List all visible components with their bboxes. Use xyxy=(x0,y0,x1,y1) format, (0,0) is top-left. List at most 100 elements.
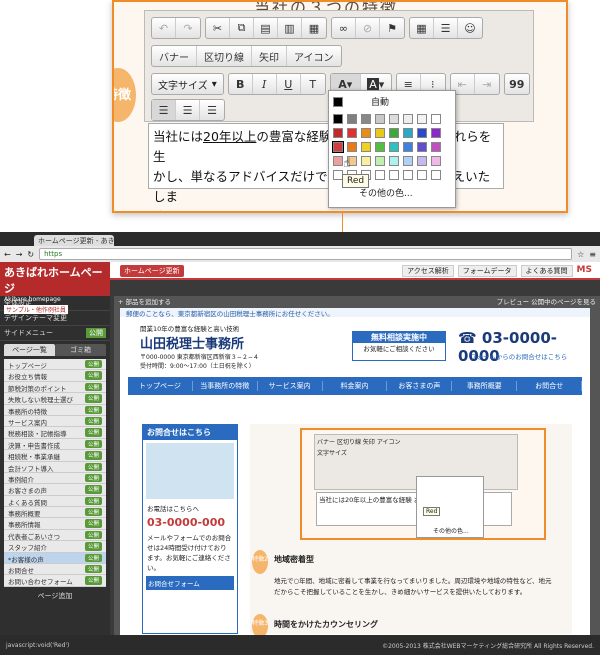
smiley-icon[interactable]: ☺ xyxy=(458,18,482,38)
sidebar-item[interactable]: 事例紹介 公開 xyxy=(4,473,106,485)
access-analysis-link[interactable]: アクセス解析 xyxy=(402,265,454,277)
color-swatch[interactable] xyxy=(375,114,385,124)
url-field[interactable]: https xyxy=(39,248,573,260)
nav-item[interactable]: お問合せ xyxy=(517,381,583,391)
arrow-button[interactable]: 矢印 xyxy=(252,46,287,66)
browser-tab[interactable]: ホームページ更新 - あきば... xyxy=(34,235,114,246)
color-swatch[interactable] xyxy=(347,128,357,138)
color-swatch[interactable] xyxy=(375,142,385,152)
color-swatch[interactable] xyxy=(403,114,413,124)
star-icon[interactable]: ☆ xyxy=(577,250,584,259)
align-center-icon[interactable]: ☰ xyxy=(176,100,200,120)
sidebar-item[interactable]: *お客様の声 公開 xyxy=(4,552,106,565)
color-swatch[interactable] xyxy=(389,142,399,152)
color-swatch[interactable] xyxy=(361,156,371,166)
sidebar-item[interactable]: 事務所概要 公開 xyxy=(4,507,106,519)
cut-icon[interactable]: ✂ xyxy=(206,18,230,38)
contact-form-button[interactable]: お問合せフォーム xyxy=(146,576,234,590)
back-icon[interactable]: ← xyxy=(4,250,11,259)
color-swatch[interactable] xyxy=(389,170,399,180)
free-consult-box[interactable]: 無料相談実施中 お気軽にご相談ください xyxy=(352,331,446,361)
top-pill[interactable]: ホームページ更新 xyxy=(120,265,184,277)
color-swatch[interactable] xyxy=(375,128,385,138)
color-swatch[interactable] xyxy=(332,141,344,153)
menu-icon[interactable]: ≡ xyxy=(589,250,596,259)
underline-button[interactable]: U xyxy=(277,74,301,94)
color-swatch[interactable] xyxy=(403,128,413,138)
color-swatch[interactable] xyxy=(333,128,343,138)
side-menu[interactable]: サイドメニュー 公開 xyxy=(0,326,110,341)
forward-icon[interactable]: → xyxy=(16,250,23,259)
tab-trash[interactable]: ゴミ箱 xyxy=(55,344,106,356)
sidebar-item[interactable]: 相続税・事業承継 公開 xyxy=(4,450,106,462)
undo-icon[interactable]: ↶ xyxy=(152,18,176,38)
form-data-link[interactable]: フォームデータ xyxy=(457,265,517,277)
sidebar-item[interactable]: 会計ソフト導入 公開 xyxy=(4,462,106,473)
color-swatch[interactable] xyxy=(375,156,385,166)
color-swatch[interactable] xyxy=(431,170,441,180)
sidebar-item[interactable]: 事務所情報 公開 xyxy=(4,518,106,530)
sidebar-item[interactable]: 失敗しない税理士選び 公開 xyxy=(4,393,106,405)
paste-text-icon[interactable]: ▥ xyxy=(278,18,302,38)
banner-button[interactable]: バナー xyxy=(152,46,197,66)
color-swatch[interactable] xyxy=(403,156,413,166)
auto-color-option[interactable]: 自動 xyxy=(333,95,451,108)
color-swatch[interactable] xyxy=(347,142,357,152)
nav-item[interactable]: サービス案内 xyxy=(258,381,323,391)
color-swatch[interactable] xyxy=(361,142,371,152)
color-swatch[interactable] xyxy=(389,128,399,138)
align-right-icon[interactable]: ☰ xyxy=(200,100,224,120)
sidebar-item[interactable]: お客さまの声 公開 xyxy=(4,484,106,496)
unlink-icon[interactable]: ⊘ xyxy=(356,18,380,38)
sidebar-item[interactable]: サービス案内 公開 xyxy=(4,416,106,428)
sidebar-item[interactable]: スタッフ紹介 公開 xyxy=(4,541,106,553)
bold-button[interactable]: B xyxy=(229,74,253,94)
color-swatch[interactable] xyxy=(361,114,371,124)
color-swatch[interactable] xyxy=(347,114,357,124)
color-swatch[interactable] xyxy=(431,128,441,138)
form-link[interactable]: フォームからのお問合せはこちら xyxy=(470,351,567,361)
color-swatch[interactable] xyxy=(333,156,343,166)
align-left-icon[interactable]: ☰ xyxy=(152,100,176,120)
blockquote-button[interactable]: 99 xyxy=(505,74,529,94)
nav-item[interactable]: お客さまの声 xyxy=(387,381,453,391)
divider-button[interactable]: 区切り線 xyxy=(197,46,252,66)
color-swatch[interactable] xyxy=(431,114,441,124)
sidebar-item[interactable]: トップページ 公開 xyxy=(4,359,106,371)
sidebar-item[interactable]: よくある質問 公開 xyxy=(4,496,106,508)
preview-button[interactable]: プレビュー 公開中のページを見る xyxy=(497,296,596,306)
color-swatch[interactable] xyxy=(417,114,427,124)
paste-word-icon[interactable]: ▦ xyxy=(302,18,326,38)
anchor-flag-icon[interactable]: ⚑ xyxy=(380,18,404,38)
sidebar-item[interactable]: 節税対策のポイント 公開 xyxy=(4,382,106,394)
nav-item[interactable]: トップページ xyxy=(128,381,193,391)
nav-item[interactable]: 事務所概要 xyxy=(452,381,518,391)
horizontal-rule-icon[interactable]: ☰ xyxy=(434,18,458,38)
add-part-button[interactable]: + 部品を追加する xyxy=(118,296,171,306)
faq-link[interactable]: よくある質問 xyxy=(520,265,573,277)
color-swatch[interactable] xyxy=(431,156,441,166)
sidebar-item[interactable]: お役立ち情報 公開 xyxy=(4,370,106,382)
color-swatch[interactable] xyxy=(333,114,343,124)
table-icon[interactable]: ▦ xyxy=(410,18,434,38)
remove-format-button[interactable]: T xyxy=(301,74,325,94)
color-swatch[interactable] xyxy=(403,170,413,180)
color-swatch[interactable] xyxy=(403,142,413,152)
redo-icon[interactable]: ↷ xyxy=(176,18,200,38)
font-size-select[interactable]: 文字サイズ ▾ xyxy=(151,73,224,95)
italic-button[interactable]: I xyxy=(253,74,277,94)
sidebar-item[interactable]: お問合せ 公開 xyxy=(4,564,106,576)
tab-page-list[interactable]: ページ一覧 xyxy=(4,344,55,356)
color-swatch[interactable] xyxy=(417,156,427,166)
sidebar-item[interactable]: 事務所の特徴 公開 xyxy=(4,405,106,416)
icon-button[interactable]: アイコン xyxy=(287,46,341,66)
nav-item[interactable]: 当事務所の特徴 xyxy=(193,381,258,391)
link-icon[interactable]: ∞ xyxy=(332,18,356,38)
sidebar-item[interactable]: 決算・申告書作成 公開 xyxy=(4,439,106,451)
sidebar-item[interactable]: 代表者ごあいさつ 公開 xyxy=(4,530,106,542)
reload-icon[interactable]: ↻ xyxy=(27,250,34,259)
color-swatch[interactable] xyxy=(431,142,441,152)
paste-icon[interactable]: ▤ xyxy=(254,18,278,38)
color-swatch[interactable] xyxy=(389,114,399,124)
color-swatch[interactable] xyxy=(417,170,427,180)
